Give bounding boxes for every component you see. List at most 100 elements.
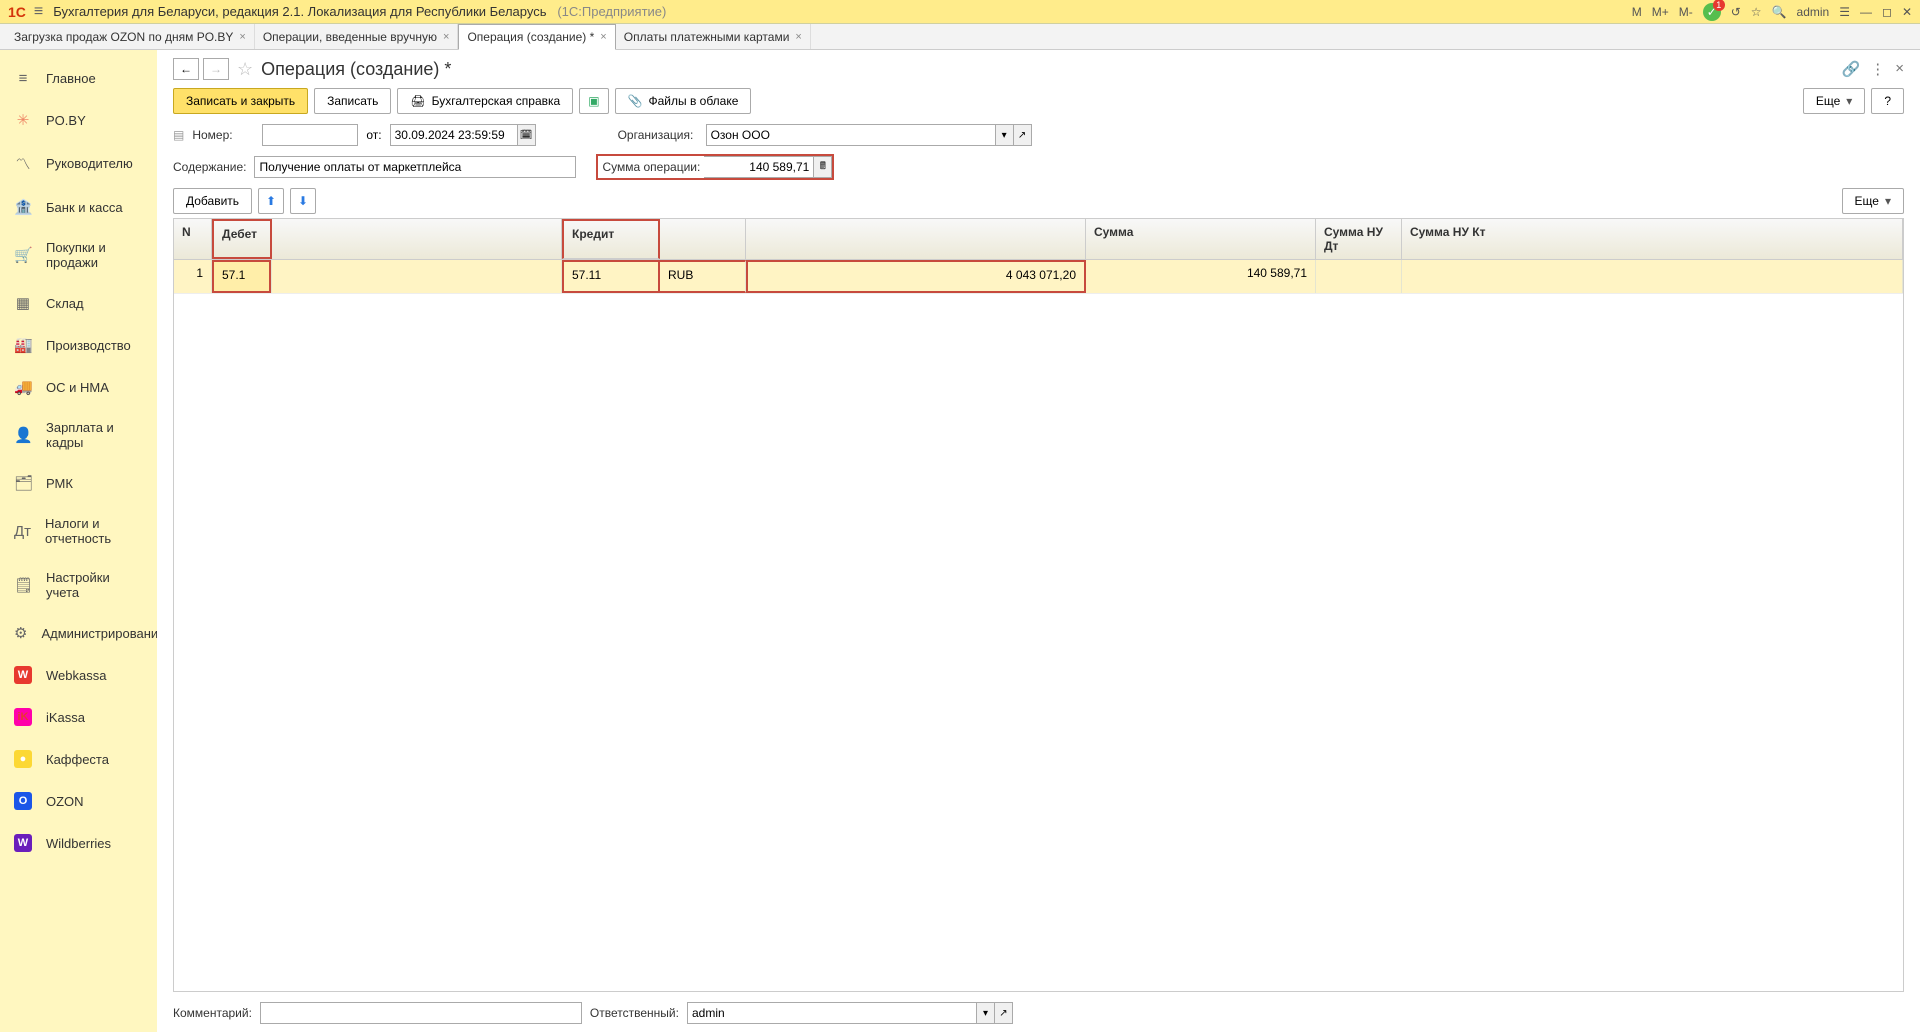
page-menu-icon[interactable]: ⋮ — [1870, 60, 1885, 78]
sidebar-item-рмк[interactable]: 🗂РМК — [0, 462, 157, 504]
sidebar-item-руководителю[interactable]: 〽Руководителю — [0, 141, 157, 186]
sidebar-icon: ✳ — [14, 111, 32, 129]
tab-close-icon[interactable]: × — [239, 31, 245, 43]
sidebar-item-ozon[interactable]: OOZON — [0, 780, 157, 822]
comment-input[interactable] — [260, 1002, 582, 1024]
attachment-icon: 📎 — [628, 94, 643, 108]
sidebar-item-налоги-и-отчетность[interactable]: ДтНалоги и отчетность — [0, 504, 157, 558]
structure-button[interactable]: ▣ — [579, 88, 608, 114]
content-input[interactable] — [254, 156, 576, 178]
date-input[interactable] — [390, 124, 518, 146]
grid-body[interactable]: 1 57.1 57.11 RUB 4 043 071,20 140 589,71 — [174, 260, 1903, 991]
responsible-input[interactable] — [687, 1002, 977, 1024]
memo-mplus-button[interactable]: M+ — [1652, 5, 1669, 19]
open-ref-icon[interactable]: ↗ — [1014, 124, 1032, 146]
doc-icon: ▤ — [173, 128, 184, 142]
sidebar-item-po-by[interactable]: ✳PO.BY — [0, 99, 157, 141]
org-input[interactable] — [706, 124, 996, 146]
sidebar-item-каффеста[interactable]: ●Каффеста — [0, 738, 157, 780]
cell-debit-ext[interactable] — [272, 260, 562, 293]
notifications-icon[interactable]: ✓ — [1703, 3, 1721, 21]
cell-debit[interactable]: 57.1 — [212, 260, 272, 293]
nav-back-button[interactable]: ← — [173, 58, 199, 80]
more-button[interactable]: Еще — [1803, 88, 1865, 114]
number-label: Номер: — [192, 128, 254, 142]
sidebar-item-label: Администрирование — [41, 626, 157, 641]
help-button[interactable]: ? — [1871, 88, 1904, 114]
col-credit[interactable]: Кредит — [562, 219, 660, 259]
open-ref-icon[interactable]: ↗ — [995, 1002, 1013, 1024]
move-down-button[interactable]: ⬇ — [290, 188, 316, 214]
entries-grid: N Дебет Кредит Сумма Сумма НУ Дт Сумма Н… — [173, 218, 1904, 992]
table-more-button[interactable]: Еще — [1842, 188, 1904, 214]
col-sum[interactable]: Сумма — [1086, 219, 1316, 259]
sidebar-item-покупки-и-продажи[interactable]: 🛒Покупки и продажи — [0, 228, 157, 282]
dropdown-icon[interactable]: ▾ — [996, 124, 1014, 146]
tab-close-icon[interactable]: × — [443, 31, 449, 43]
sidebar-item-label: Wildberries — [46, 836, 111, 851]
cell-nu-kt[interactable] — [1402, 260, 1903, 293]
link-icon[interactable]: 🔗 — [1842, 60, 1861, 78]
page-close-icon[interactable]: × — [1895, 60, 1904, 78]
tab-close-icon[interactable]: × — [600, 31, 606, 43]
col-n[interactable]: N — [174, 219, 212, 259]
calendar-icon[interactable]: 🗓 — [518, 124, 536, 146]
tab-close-icon[interactable]: × — [795, 31, 801, 43]
cell-credit[interactable]: 57.11 — [562, 260, 660, 293]
nav-forward-button[interactable]: → — [203, 58, 229, 80]
calculator-icon[interactable]: 🖩 — [814, 156, 832, 178]
tab-ozon-load[interactable]: Загрузка продаж OZON по дням PO.BY× — [6, 24, 255, 49]
sidebar-item-ikassa[interactable]: iKiKassa — [0, 696, 157, 738]
table-row[interactable]: 1 57.1 57.11 RUB 4 043 071,20 140 589,71 — [174, 260, 1903, 294]
dropdown-icon[interactable]: ▾ — [977, 1002, 995, 1024]
memo-mminus-button[interactable]: M- — [1679, 5, 1693, 19]
files-cloud-button[interactable]: 📎 Файлы в облаке — [615, 88, 752, 114]
sidebar-item-администрирование[interactable]: ⚙Администрирование — [0, 612, 157, 654]
sidebar-item-склад[interactable]: ▦Склад — [0, 282, 157, 324]
settings-icon[interactable]: ☰ — [1839, 5, 1850, 19]
sidebar-icon: W — [14, 666, 32, 684]
col-debit[interactable]: Дебет — [212, 219, 272, 259]
move-up-button[interactable]: ⬆ — [258, 188, 284, 214]
cell-nu-dt[interactable] — [1316, 260, 1402, 293]
col-nu-dt[interactable]: Сумма НУ Дт — [1316, 219, 1402, 259]
col-credit3[interactable] — [746, 219, 1086, 259]
tab-manual-ops[interactable]: Операции, введенные вручную× — [255, 24, 459, 49]
sidebar-item-wildberries[interactable]: WWildberries — [0, 822, 157, 864]
sidebar-icon: ● — [14, 750, 32, 768]
sidebar-icon: O — [14, 792, 32, 810]
close-window-icon[interactable]: ✕ — [1902, 5, 1912, 19]
tab-operation-new[interactable]: Операция (создание) *× — [458, 24, 615, 50]
main-menu-icon[interactable]: ≡ — [34, 3, 43, 21]
history-icon[interactable]: ↺ — [1731, 5, 1741, 19]
col-nu-kt[interactable]: Сумма НУ Кт — [1402, 219, 1903, 259]
add-row-button[interactable]: Добавить — [173, 188, 252, 214]
favorite-icon[interactable]: ☆ — [1751, 5, 1762, 19]
sidebar-item-главное[interactable]: ≡Главное — [0, 58, 157, 99]
responsible-label: Ответственный: — [590, 1006, 679, 1020]
maximize-icon[interactable]: ◻ — [1882, 5, 1892, 19]
minimize-icon[interactable]: — — [1860, 5, 1872, 19]
cell-sum[interactable]: 140 589,71 — [1086, 260, 1316, 293]
sum-input[interactable] — [704, 156, 814, 178]
save-close-button[interactable]: Записать и закрыть — [173, 88, 308, 114]
sidebar-item-зарплата-и-кадры[interactable]: 👤Зарплата и кадры — [0, 408, 157, 462]
sidebar-item-банк-и-касса[interactable]: 🏦Банк и касса — [0, 186, 157, 228]
cell-credit-amount[interactable]: 4 043 071,20 — [746, 260, 1086, 293]
sidebar-item-label: Банк и касса — [46, 200, 123, 215]
search-icon[interactable]: 🔍 — [1772, 5, 1787, 19]
sidebar-item-webkassa[interactable]: WWebkassa — [0, 654, 157, 696]
user-label[interactable]: admin — [1797, 5, 1830, 19]
acct-reference-button[interactable]: 🖨 Бухгалтерская справка — [397, 88, 573, 114]
number-input[interactable] — [262, 124, 358, 146]
sidebar-item-ос-и-нма[interactable]: 🚚ОС и НМА — [0, 366, 157, 408]
memo-m-button[interactable]: M — [1632, 5, 1642, 19]
sidebar-item-производство[interactable]: 🏭Производство — [0, 324, 157, 366]
col-credit2[interactable] — [660, 219, 746, 259]
tab-card-payments[interactable]: Оплаты платежными картами× — [616, 24, 811, 49]
favorite-star-icon[interactable]: ☆ — [237, 59, 253, 80]
save-button[interactable]: Записать — [314, 88, 391, 114]
cell-credit-currency[interactable]: RUB — [660, 260, 746, 293]
sidebar-item-настройки-учета[interactable]: 🗒Настройки учета — [0, 558, 157, 612]
col-debit-ext[interactable] — [272, 219, 562, 259]
